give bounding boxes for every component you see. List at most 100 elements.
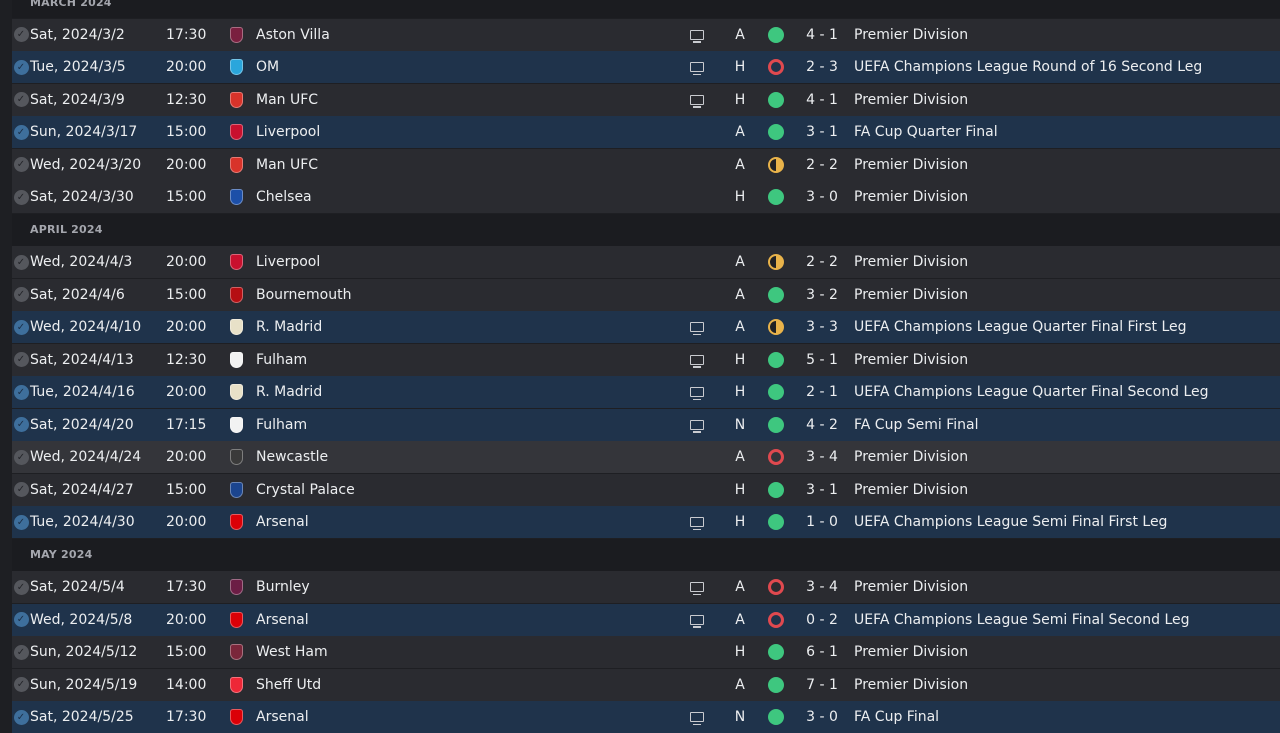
competition-name[interactable]: Premier Division bbox=[854, 279, 1274, 311]
check-cell: ✓ bbox=[13, 409, 29, 441]
opponent-name[interactable]: Man UFC bbox=[256, 84, 636, 116]
score[interactable]: 4 - 2 bbox=[802, 409, 842, 441]
result-cell bbox=[768, 116, 784, 148]
venue: A bbox=[735, 26, 745, 43]
competition-name[interactable]: Premier Division bbox=[854, 84, 1274, 116]
team-crest-icon bbox=[229, 449, 243, 465]
score[interactable]: 3 - 1 bbox=[802, 116, 842, 148]
match-date: Sat, 2024/4/13 bbox=[30, 351, 134, 368]
score[interactable]: 3 - 4 bbox=[802, 571, 842, 603]
score[interactable]: 5 - 1 bbox=[802, 344, 842, 376]
tv-icon bbox=[690, 354, 704, 368]
win-dot-icon bbox=[768, 416, 784, 433]
score[interactable]: 4 - 1 bbox=[802, 19, 842, 51]
score[interactable]: 3 - 1 bbox=[802, 474, 842, 506]
draw-half-icon bbox=[768, 156, 784, 173]
score[interactable]: 6 - 1 bbox=[802, 636, 842, 668]
fixture-row[interactable]: ✓ Tue, 2024/4/30 20:00 Arsenal H 1 - 0 U… bbox=[12, 506, 1280, 538]
fixture-row[interactable]: ✓ Wed, 2024/3/20 20:00 Man UFC A 2 - 2 P… bbox=[12, 148, 1280, 181]
tv-cell bbox=[689, 376, 705, 408]
score[interactable]: 2 - 1 bbox=[802, 376, 842, 408]
score[interactable]: 7 - 1 bbox=[802, 669, 842, 701]
opponent-name[interactable]: Liverpool bbox=[256, 246, 636, 278]
fixture-row[interactable]: ✓ Wed, 2024/4/10 20:00 R. Madrid A 3 - 3… bbox=[12, 311, 1280, 343]
fixture-row[interactable]: ✓ Sat, 2024/4/13 12:30 Fulham H 5 - 1 Pr… bbox=[12, 343, 1280, 376]
competition-name[interactable]: Premier Division bbox=[854, 149, 1274, 181]
competition-name[interactable]: Premier Division bbox=[854, 246, 1274, 278]
competition-name[interactable]: UEFA Champions League Quarter Final Seco… bbox=[854, 376, 1274, 408]
opponent-name[interactable]: Fulham bbox=[256, 344, 636, 376]
opponent-name[interactable]: R. Madrid bbox=[256, 311, 636, 343]
fixture-row[interactable]: ✓ Sat, 2024/4/20 17:15 Fulham N 4 - 2 FA… bbox=[12, 408, 1280, 441]
opponent-name[interactable]: Fulham bbox=[256, 409, 636, 441]
fixture-row[interactable]: ✓ Tue, 2024/3/5 20:00 OM H 2 - 3 UEFA Ch… bbox=[12, 51, 1280, 83]
score[interactable]: 3 - 2 bbox=[802, 279, 842, 311]
competition-name[interactable]: FA Cup Semi Final bbox=[854, 409, 1274, 441]
fixture-row[interactable]: ✓ Sun, 2024/5/12 15:00 West Ham H 6 - 1 … bbox=[12, 636, 1280, 668]
opponent-name[interactable]: Arsenal bbox=[256, 701, 636, 733]
competition-name[interactable]: Premier Division bbox=[854, 571, 1274, 603]
score[interactable]: 4 - 1 bbox=[802, 84, 842, 116]
opponent-name[interactable]: Chelsea bbox=[256, 181, 636, 213]
win-dot-icon bbox=[768, 351, 784, 368]
crest-cell bbox=[228, 116, 244, 148]
fixture-row[interactable]: ✓ Sat, 2024/4/6 15:00 Bournemouth A 3 - … bbox=[12, 278, 1280, 311]
fixture-row[interactable]: ✓ Tue, 2024/4/16 20:00 R. Madrid H 2 - 1… bbox=[12, 376, 1280, 408]
check-cell: ✓ bbox=[13, 636, 29, 668]
fixture-row[interactable]: ✓ Wed, 2024/4/3 20:00 Liverpool A 2 - 2 … bbox=[12, 246, 1280, 278]
match-date: Wed, 2024/4/3 bbox=[30, 254, 133, 270]
competition-name[interactable]: FA Cup Final bbox=[854, 701, 1274, 733]
fixture-row[interactable]: ✓ Sat, 2024/3/30 15:00 Chelsea H 3 - 0 P… bbox=[12, 181, 1280, 213]
fixture-row[interactable]: ✓ Sat, 2024/4/27 15:00 Crystal Palace H … bbox=[12, 473, 1280, 506]
fixture-row[interactable]: ✓ Sun, 2024/5/19 14:00 Sheff Utd A 7 - 1… bbox=[12, 668, 1280, 701]
competition-name[interactable]: Premier Division bbox=[854, 636, 1274, 668]
competition-name[interactable]: Premier Division bbox=[854, 181, 1274, 213]
opponent-name[interactable]: Man UFC bbox=[256, 149, 636, 181]
opponent-name[interactable]: Arsenal bbox=[256, 604, 636, 636]
opponent-name[interactable]: OM bbox=[256, 51, 636, 83]
score[interactable]: 2 - 3 bbox=[802, 51, 842, 83]
opponent-name[interactable]: R. Madrid bbox=[256, 376, 636, 408]
opponent-name[interactable]: Bournemouth bbox=[256, 279, 636, 311]
opponent-name[interactable]: Newcastle bbox=[256, 441, 636, 473]
competition-name[interactable]: UEFA Champions League Semi Final First L… bbox=[854, 506, 1274, 538]
competition-name[interactable]: UEFA Champions League Semi Final Second … bbox=[854, 604, 1274, 636]
competition-name[interactable]: Premier Division bbox=[854, 19, 1274, 51]
opponent-name[interactable]: Crystal Palace bbox=[256, 474, 636, 506]
score[interactable]: 3 - 4 bbox=[802, 441, 842, 473]
fixture-row[interactable]: ✓ Sun, 2024/3/17 15:00 Liverpool A 3 - 1… bbox=[12, 116, 1280, 148]
competition-name[interactable]: Premier Division bbox=[854, 441, 1274, 473]
draw-half-icon bbox=[768, 319, 784, 335]
loss-ring-icon bbox=[768, 611, 784, 628]
score[interactable]: 3 - 0 bbox=[802, 701, 842, 733]
competition-name[interactable]: UEFA Champions League Round of 16 Second… bbox=[854, 51, 1274, 83]
competition-name[interactable]: Premier Division bbox=[854, 474, 1274, 506]
score[interactable]: 3 - 3 bbox=[802, 311, 842, 343]
fixture-row[interactable]: ✓ Sat, 2024/5/4 17:30 Burnley A 3 - 4 Pr… bbox=[12, 571, 1280, 603]
competition-name[interactable]: Premier Division bbox=[854, 344, 1274, 376]
fixture-row[interactable]: ✓ Sat, 2024/3/9 12:30 Man UFC H 4 - 1 Pr… bbox=[12, 83, 1280, 116]
fixture-row[interactable]: ✓ Wed, 2024/5/8 20:00 Arsenal A 0 - 2 UE… bbox=[12, 603, 1280, 636]
check-circle-icon: ✓ bbox=[13, 677, 29, 692]
fixture-row[interactable]: ✓ Sat, 2024/5/25 17:30 Arsenal N 3 - 0 F… bbox=[12, 701, 1280, 733]
crest-cell bbox=[228, 19, 244, 51]
opponent-name[interactable]: Burnley bbox=[256, 571, 636, 603]
opponent-name[interactable]: Aston Villa bbox=[256, 19, 636, 51]
score[interactable]: 2 - 2 bbox=[802, 246, 842, 278]
opponent-name[interactable]: West Ham bbox=[256, 636, 636, 668]
score[interactable]: 0 - 2 bbox=[802, 604, 842, 636]
fixture-row[interactable]: ✓ Wed, 2024/4/24 20:00 Newcastle A 3 - 4… bbox=[12, 441, 1280, 473]
tv-cell bbox=[689, 701, 705, 733]
score[interactable]: 2 - 2 bbox=[802, 149, 842, 181]
score[interactable]: 1 - 0 bbox=[802, 506, 842, 538]
match-date: Sun, 2024/5/12 bbox=[30, 644, 138, 660]
opponent-name[interactable]: Liverpool bbox=[256, 116, 636, 148]
opponent-name[interactable]: Arsenal bbox=[256, 506, 636, 538]
fixture-row[interactable]: ✓ Sat, 2024/3/2 17:30 Aston Villa A 4 - … bbox=[12, 18, 1280, 51]
tv-icon bbox=[690, 419, 704, 433]
competition-name[interactable]: UEFA Champions League Quarter Final Firs… bbox=[854, 311, 1274, 343]
competition-name[interactable]: Premier Division bbox=[854, 669, 1274, 701]
competition-name[interactable]: FA Cup Quarter Final bbox=[854, 116, 1274, 148]
score[interactable]: 3 - 0 bbox=[802, 181, 842, 213]
opponent-name[interactable]: Sheff Utd bbox=[256, 669, 636, 701]
